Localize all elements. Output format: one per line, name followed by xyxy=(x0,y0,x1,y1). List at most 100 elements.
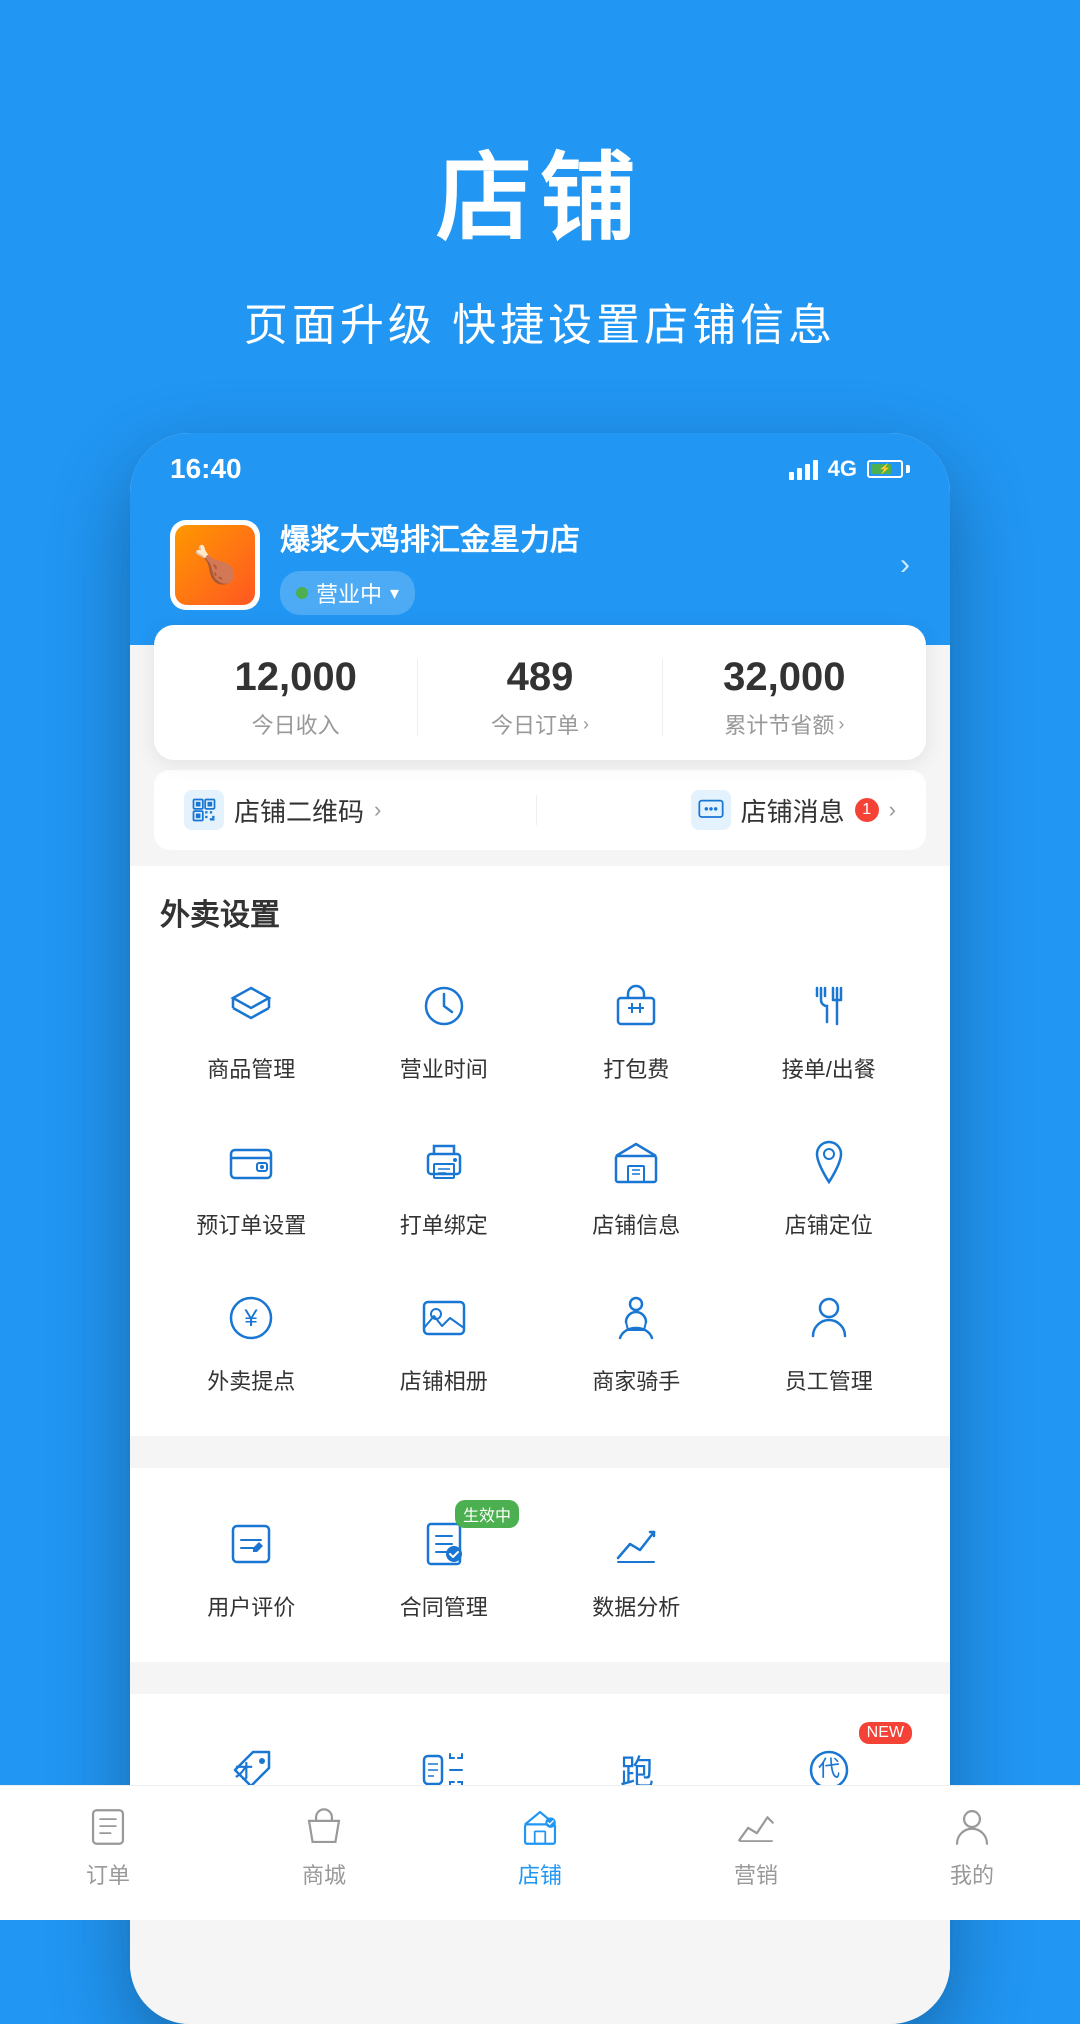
status-dot xyxy=(296,587,308,599)
marketing-nav-icon xyxy=(731,1802,781,1852)
menu-item-orders[interactable]: 接单/出餐 xyxy=(738,954,921,1100)
status-time: 16:40 xyxy=(170,453,242,485)
menu-label-contract: 合同管理 xyxy=(400,1590,488,1622)
menu-label-store-info: 店铺信息 xyxy=(592,1208,680,1240)
stat-total-saved[interactable]: 32,000 累计节省额 › xyxy=(663,655,906,740)
store-chevron-icon[interactable]: › xyxy=(900,548,910,582)
menu-item-printer[interactable]: 打单绑定 xyxy=(353,1110,536,1256)
menu-item-location[interactable]: 店铺定位 xyxy=(738,1110,921,1256)
nav-label-store: 店铺 xyxy=(518,1858,562,1890)
menu-label-printer: 打单绑定 xyxy=(400,1208,488,1240)
page-subtitle: 页面升级 快捷设置店铺信息 xyxy=(60,289,1020,353)
messages-link[interactable]: 店铺消息 1 › xyxy=(691,790,896,830)
quick-links: 店铺二维码 › 店铺消息 1 › xyxy=(154,770,926,850)
qrcode-icon xyxy=(184,790,224,830)
menu-label-hours: 营业时间 xyxy=(400,1052,488,1084)
nav-label-marketing: 营销 xyxy=(734,1858,778,1890)
stat-income-value: 12,000 xyxy=(174,655,417,700)
message-icon xyxy=(691,790,731,830)
section-gap-1 xyxy=(130,1452,950,1468)
menu-label-orders: 接单/出餐 xyxy=(782,1052,876,1084)
menu-item-commission[interactable]: ¥ 外卖提点 xyxy=(160,1266,343,1412)
menu-item-products[interactable]: 商品管理 xyxy=(160,954,343,1100)
qrcode-label: 店铺二维码 xyxy=(234,792,364,829)
menu-item-rider[interactable]: 商家骑手 xyxy=(545,1266,728,1412)
nav-item-shop[interactable]: 商城 xyxy=(299,1802,349,1890)
location-icon xyxy=(793,1126,865,1198)
nav-item-store[interactable]: 店铺 xyxy=(515,1802,565,1890)
edit-icon xyxy=(215,1508,287,1580)
nav-item-orders[interactable]: 订单 xyxy=(83,1802,133,1890)
status-label: 营业中 xyxy=(316,577,382,609)
qrcode-link[interactable]: 店铺二维码 › xyxy=(184,790,381,830)
svg-text:代: 代 xyxy=(818,1756,840,1781)
menu-item-hours[interactable]: 营业时间 xyxy=(353,954,536,1100)
signal-icon xyxy=(789,458,818,480)
bag-icon xyxy=(600,970,672,1042)
yen-icon: ¥ xyxy=(215,1282,287,1354)
store-logo: 🍗 xyxy=(170,520,260,610)
chevron-down-icon: ▾ xyxy=(390,583,399,604)
nav-item-marketing[interactable]: 营销 xyxy=(731,1802,781,1890)
menu-item-contract[interactable]: 生效中 合同管理 xyxy=(353,1492,536,1638)
page-title: 店铺 xyxy=(60,120,1020,259)
stat-income-label: 今日收入 xyxy=(174,708,417,740)
profile-nav-icon xyxy=(947,1802,997,1852)
clock-icon xyxy=(408,970,480,1042)
status-bar: 16:40 4G ⚡ xyxy=(130,433,950,495)
store-name: 爆浆大鸡排汇金星力店 xyxy=(280,515,880,559)
other-menu-grid: 用户评价 生效中 合同管理 xyxy=(160,1492,920,1638)
contract-badge: 生效中 xyxy=(455,1500,519,1528)
menu-label-commission: 外卖提点 xyxy=(207,1364,295,1396)
menu-item-analytics[interactable]: 数据分析 xyxy=(545,1492,728,1638)
section-gap-2 xyxy=(130,1678,950,1694)
store-info: 爆浆大鸡排汇金星力店 营业中 ▾ xyxy=(280,515,880,615)
store-status-badge[interactable]: 营业中 ▾ xyxy=(280,571,415,615)
printer-icon xyxy=(408,1126,480,1198)
menu-item-staff[interactable]: 员工管理 xyxy=(738,1266,921,1412)
page-header: 店铺 页面升级 快捷设置店铺信息 xyxy=(0,0,1080,413)
chart-icon xyxy=(600,1508,672,1580)
menu-label-staff: 员工管理 xyxy=(785,1364,873,1396)
nav-label-shop: 商城 xyxy=(302,1858,346,1890)
stat-orders-value: 489 xyxy=(418,655,661,700)
qrcode-arrow-icon: › xyxy=(374,797,381,823)
photo-icon xyxy=(408,1282,480,1354)
stats-card: 12,000 今日收入 489 今日订单 › 32,000 xyxy=(154,625,926,760)
message-badge: 1 xyxy=(855,798,879,822)
wallet-icon xyxy=(215,1126,287,1198)
person-icon xyxy=(793,1282,865,1354)
svg-text:才: 才 xyxy=(235,1761,253,1782)
store-nav-icon xyxy=(515,1802,565,1852)
messages-arrow-icon: › xyxy=(889,797,896,823)
menu-item-reviews[interactable]: 用户评价 xyxy=(160,1492,343,1638)
orders-arrow-icon: › xyxy=(583,714,589,735)
voucher-badge: NEW xyxy=(859,1722,912,1744)
menu-label-photos: 店铺相册 xyxy=(400,1364,488,1396)
orders-nav-icon xyxy=(83,1802,133,1852)
stat-daily-orders[interactable]: 489 今日订单 › xyxy=(418,655,661,740)
nav-item-profile[interactable]: 我的 xyxy=(947,1802,997,1890)
battery-icon: ⚡ xyxy=(867,460,910,478)
menu-label-preorder: 预订单设置 xyxy=(196,1208,306,1240)
nav-label-profile: 我的 xyxy=(950,1858,994,1890)
menu-item-packaging[interactable]: 打包费 xyxy=(545,954,728,1100)
nav-label-orders: 订单 xyxy=(86,1858,130,1890)
rider-icon xyxy=(600,1282,672,1354)
menu-item-preorder[interactable]: 预订单设置 xyxy=(160,1110,343,1256)
shop-nav-icon xyxy=(299,1802,349,1852)
menu-item-store-info[interactable]: 店铺信息 xyxy=(545,1110,728,1256)
stat-saved-value: 32,000 xyxy=(663,655,906,700)
menu-label-location: 店铺定位 xyxy=(785,1208,873,1240)
stat-daily-income: 12,000 今日收入 xyxy=(174,655,417,740)
layers-icon xyxy=(215,970,287,1042)
stat-orders-label: 今日订单 › xyxy=(418,708,661,740)
svg-text:¥: ¥ xyxy=(244,1305,259,1332)
menu-label-packaging: 打包费 xyxy=(603,1052,669,1084)
delivery-menu-grid: 商品管理 营业时间 xyxy=(160,954,920,1412)
menu-label-products: 商品管理 xyxy=(207,1052,295,1084)
other-settings-section: 用户评价 生效中 合同管理 xyxy=(130,1468,950,1662)
menu-item-photos[interactable]: 店铺相册 xyxy=(353,1266,536,1412)
network-label: 4G xyxy=(828,456,857,482)
store-info-icon xyxy=(600,1126,672,1198)
